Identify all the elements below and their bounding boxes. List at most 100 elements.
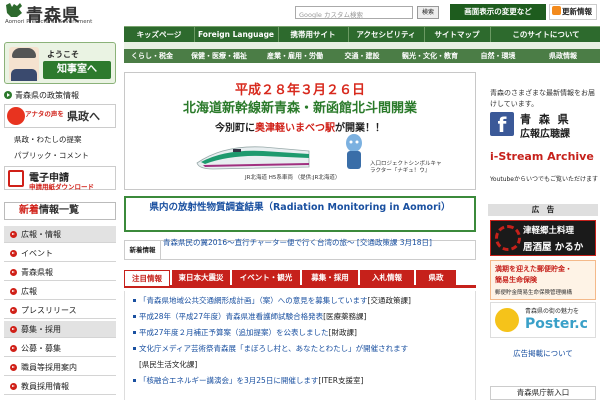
voice-icon [7,107,25,125]
ad-info-link[interactable]: 広告掲載について [490,348,596,359]
nav-foreign-language[interactable]: Foreign Language [196,27,276,43]
nav-about[interactable]: このサイトについて [494,27,598,43]
mascot-image [346,134,362,169]
proposal-link[interactable]: 県政・わたしの提案 [14,134,82,145]
news-ticker: 新着情報 青森県民の翼2016〜直行チャーター便で行く台湾の旅〜 [交通政策課 … [124,237,476,260]
nav-kids[interactable]: キッズページ [126,27,192,43]
bullet-icon [133,299,136,302]
search-input[interactable]: Google カスタム検索 [295,6,413,19]
entrance-link[interactable]: 青森県庁新入口 [490,386,596,400]
left-menu-category[interactable]: 広報・情報 [4,226,116,243]
facebook-link[interactable]: f 青 森 県 広報広聴課 [490,110,596,142]
left-menu-item[interactable]: 教員採用情報 [4,378,116,395]
facebook-icon: f [490,112,514,137]
public-voice-banner[interactable]: アナタの声を 県政へ [4,104,116,128]
view-settings-button[interactable]: 画面表示の変更など [450,4,546,20]
left-menu-item[interactable]: イベント [4,245,116,262]
voice-main: 県政へ [67,110,100,123]
shinkansen-train-image [196,146,310,170]
public-comment-link[interactable]: パブリック・コメント [14,150,89,161]
istream-archive-link[interactable]: i-Stream Archive Youtubeからいつでもご覧いただけます [490,150,598,192]
nav-government[interactable]: 県政情報 [528,49,598,63]
nav-divider [490,27,491,43]
ticker-text[interactable]: 青森県民の翼2016〜直行チャーター便で行く台湾の旅〜 [交通政策課 3月18日… [163,237,475,248]
nav-environment[interactable]: 自然・環境 [470,49,526,63]
news-link[interactable]: 平成27年度２月補正予算案（追加提案）を公表しました [139,328,329,337]
left-menu-item[interactable]: 職員等採用案内 [4,359,116,376]
site-logo[interactable]: 青森県 Aomori Prefectural Government [4,2,124,26]
tab-1[interactable]: 東日本大震災 [172,270,230,285]
left-menu-item[interactable]: プレスリリース [4,302,116,319]
rss-link[interactable]: 更新情報 [549,4,597,20]
news-link[interactable]: 文化庁メディア芸術祭青森展「まぼろし村と、あなたとわたし」が開催されます [139,344,408,353]
ad1-line2: 居酒屋 かるか [523,242,584,253]
nav-health[interactable]: 保健・医療・福祉 [182,49,256,63]
left-menu-label: 広報・情報 [21,230,61,239]
e-application-sub: 申請用紙ダウンロード [29,183,94,191]
list-item: 平成28年（平成27年度）青森県准看護師試験合格発表[医療薬務課] [133,311,366,322]
arrow-right-icon [4,91,12,99]
tab-3[interactable]: 募集・採用 [302,270,358,285]
tab-4[interactable]: 入札情報 [360,270,414,285]
policy-info-link[interactable]: 青森県の政策情報 [4,90,79,101]
tab-2[interactable]: イベント・観光 [232,270,300,285]
ad-ring-icon [495,225,521,251]
ad2-line3: 郵便貯金簡易生命保険管理機構 [495,290,573,296]
left-menu-item[interactable]: 青森県報 [4,264,116,281]
nav-industry[interactable]: 産業・雇用・労働 [258,49,332,63]
nav-mobile[interactable]: 携帯用サイト [280,27,346,43]
site-header: 青森県 Aomori Prefectural Government Google… [0,0,600,26]
bullet-icon [133,331,136,334]
bullet-icon [133,315,136,318]
nav-accessibility[interactable]: アクセシビリティ [350,27,422,43]
facebook-subtitle: 広報広聴課 [520,129,570,140]
nav-transport[interactable]: 交通・建設 [334,49,390,63]
governor-room-banner[interactable]: ようこそ 知事室へ [4,42,116,84]
banner-title: 北海道新幹線新青森・新函館北斗間開業 [182,101,417,116]
ad-poster[interactable]: 青森県の街の魅力を Poster.c [490,302,596,338]
left-menu-label: 青森県報 [21,268,53,277]
banner-subtitle: 今別町に奥津軽いまべつ駅が開業！！ [125,119,475,134]
nav-sitemap[interactable]: サイトマップ [426,27,488,43]
istream-title: i-Stream Archive [490,150,594,163]
news-list-header[interactable]: 新着情報一覧 [4,202,116,220]
nav-divider [424,27,425,43]
banner-date: 平成２８年３月２６日 [234,83,365,98]
utility-nav: キッズページ Foreign Language 携帯用サイト アクセシビリティ … [124,26,600,43]
arrow-right-icon [10,269,17,276]
tab-5[interactable]: 県政 [416,270,456,285]
left-menu-item[interactable]: 公募・募集 [4,340,116,357]
ad-postal-savings[interactable]: 満期を迎えた郵便貯金・ 簡易生命保険 郵便貯金簡易生命保険管理機構 [490,260,596,300]
nav-living[interactable]: くらし・税金 [124,49,180,63]
news-department: [交通政策課] [367,296,411,305]
radiation-monitoring-link[interactable]: 県内の放射性物質調査結果（Radiation Monitoring in Aom… [124,196,476,232]
left-menu-label: 広報 [21,287,37,296]
list-item: 平成27年度２月補正予算案（追加提案）を公表しました[財政課] [133,327,357,338]
news-department: [財政課] [328,328,357,337]
left-menu-label: イベント [21,249,53,258]
nav-divider [348,27,349,43]
left-menu-label: 職員等採用案内 [21,363,77,372]
nav-culture[interactable]: 観光・文化・教育 [392,49,468,63]
nav-spacer [124,42,600,49]
list-item: [県民生活文化課] [139,359,197,370]
aomori-map-icon [6,3,22,17]
ad2-line1: 満期を迎えた郵便貯金・ [495,265,572,273]
search-button[interactable]: 検索 [417,6,439,19]
tab-0[interactable]: 注目情報 [124,270,170,286]
news-department: [ITER支援室] [318,376,364,385]
left-menu-label: プレスリリース [21,306,77,315]
news-tabs: 注目情報 東日本大震災 イベント・観光 募集・採用 入札情報 県政 [124,270,476,288]
news-department: [県民生活文化課] [139,360,198,369]
left-menu-category[interactable]: 募集・採用 [4,321,116,338]
news-link[interactable]: 「青森県地域公共交通網形成計画」（案）への意見を募集しています [139,296,368,305]
e-application-banner[interactable]: 電子申請 申請用紙ダウンロード [4,166,116,191]
left-menu-item[interactable]: 広報 [4,283,116,300]
rss-label: 更新情報 [562,7,592,16]
news-link[interactable]: 平成28年（平成27年度）青森県准看護師試験合格発表 [139,312,323,321]
ad-izakaya[interactable]: 津軽郷土料理 居酒屋 かるか [490,220,596,256]
prefecture-name-en: Aomori Prefectural Government [5,19,93,25]
news-link[interactable]: 「核融合エネルギー講演会」を3月25日に開催します [139,376,318,385]
voice-prefix: アナタの声を [25,110,64,118]
shinkansen-banner[interactable]: 平成２８年３月２６日 北海道新幹線新青森・新函館北斗間開業 今別町に奥津軽いまべ… [124,72,476,190]
